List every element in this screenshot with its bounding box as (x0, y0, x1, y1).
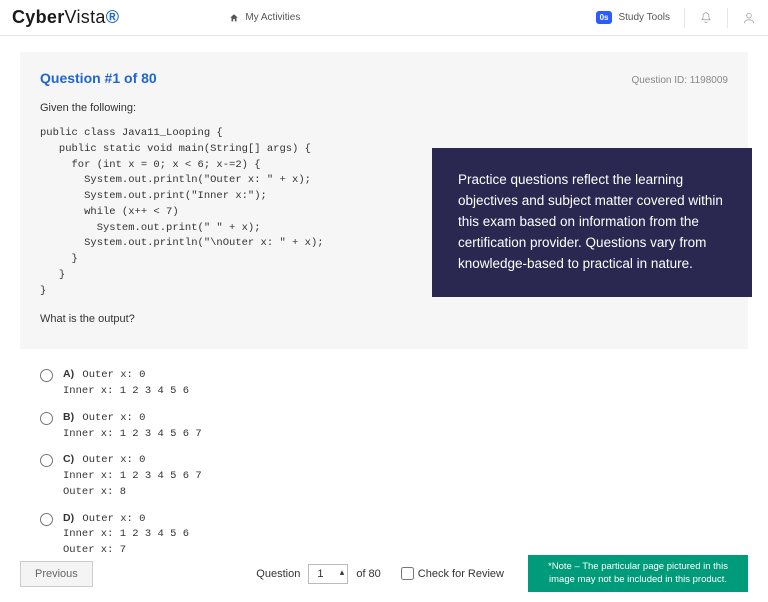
review-checkbox[interactable] (401, 567, 414, 580)
review-label: Check for Review (418, 568, 504, 580)
question-tail: What is the output? (40, 313, 728, 325)
answer-d-text: Outer x: 0 Inner x: 1 2 3 4 5 6 Outer x:… (63, 513, 189, 557)
footer-center: Question 1 of 80 Check for Review (256, 564, 504, 584)
answer-a[interactable]: A) Outer x: 0 Inner x: 1 2 3 4 5 6 (40, 367, 728, 400)
answer-a-text: Outer x: 0 Inner x: 1 2 3 4 5 6 (63, 369, 189, 397)
question-card: Question #1 of 80 Question ID: 1198009 G… (20, 52, 748, 349)
note-banner: *Note – The particular page pictured in … (528, 555, 748, 592)
question-title: Question #1 of 80 (40, 70, 157, 86)
app-header: CyberVista® My Activities 0s Study Tools (0, 0, 768, 36)
answer-b-radio[interactable] (40, 412, 53, 425)
logo: CyberVista® (12, 7, 119, 28)
answer-list: A) Outer x: 0 Inner x: 1 2 3 4 5 6 B) Ou… (20, 349, 748, 573)
my-activities-label: My Activities (245, 12, 300, 23)
tools-badge: 0s (596, 11, 613, 24)
answer-c-radio[interactable] (40, 454, 53, 467)
previous-button[interactable]: Previous (20, 561, 93, 587)
home-icon (229, 13, 239, 23)
content: Question #1 of 80 Question ID: 1198009 G… (0, 52, 768, 573)
logo-part1: Cyber (12, 7, 65, 27)
logo-mark: ® (106, 7, 120, 27)
question-id: Question ID: 1198009 (631, 75, 728, 86)
question-header: Question #1 of 80 Question ID: 1198009 (40, 70, 728, 86)
of-total: of 80 (356, 568, 380, 580)
footer-bar: Previous Question 1 of 80 Check for Revi… (0, 555, 768, 592)
info-callout: Practice questions reflect the learning … (432, 148, 752, 297)
answer-d-label: D) (63, 512, 74, 524)
bell-icon[interactable] (699, 11, 713, 25)
nav-my-activities[interactable]: My Activities (229, 12, 300, 23)
user-icon[interactable] (742, 11, 756, 25)
study-tools-label: Study Tools (618, 12, 670, 23)
answer-c[interactable]: C) Outer x: 0 Inner x: 1 2 3 4 5 6 7 Out… (40, 452, 728, 500)
nav-right: 0s Study Tools (596, 8, 756, 28)
question-prompt: Given the following: (40, 102, 728, 114)
check-for-review[interactable]: Check for Review (401, 567, 504, 580)
answer-b[interactable]: B) Outer x: 0 Inner x: 1 2 3 4 5 6 7 (40, 410, 728, 443)
answer-c-text: Outer x: 0 Inner x: 1 2 3 4 5 6 7 Outer … (63, 454, 202, 498)
divider (727, 8, 728, 28)
answer-d-radio[interactable] (40, 513, 53, 526)
question-word: Question (256, 568, 300, 580)
question-number-select[interactable]: 1 (308, 564, 348, 584)
divider (684, 8, 685, 28)
answer-a-label: A) (63, 368, 74, 380)
logo-part2: Vista (65, 7, 106, 27)
answer-b-label: B) (63, 411, 74, 423)
study-tools-link[interactable]: 0s Study Tools (596, 11, 670, 24)
answer-d[interactable]: D) Outer x: 0 Inner x: 1 2 3 4 5 6 Outer… (40, 511, 728, 559)
answer-b-text: Outer x: 0 Inner x: 1 2 3 4 5 6 7 (63, 412, 202, 440)
answer-c-label: C) (63, 453, 74, 465)
answer-a-radio[interactable] (40, 369, 53, 382)
